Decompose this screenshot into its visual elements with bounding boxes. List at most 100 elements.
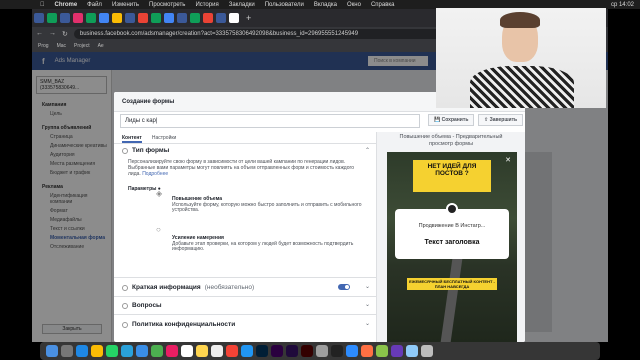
reload-icon[interactable]: ↻ bbox=[62, 30, 68, 38]
tab-favicon[interactable] bbox=[60, 13, 70, 23]
aftereffects-icon[interactable] bbox=[286, 345, 298, 357]
appstore-icon[interactable] bbox=[241, 345, 253, 357]
menu-item[interactable]: Изменить bbox=[112, 2, 139, 8]
photoshop-icon[interactable] bbox=[256, 345, 268, 357]
questions-title: Вопросы bbox=[132, 302, 162, 309]
chevron-down-icon[interactable]: ⌄ bbox=[365, 320, 370, 327]
zoom-icon[interactable] bbox=[346, 345, 358, 357]
questions-header[interactable]: Вопросы bbox=[122, 302, 162, 309]
tab-favicon[interactable] bbox=[229, 13, 239, 23]
photos-icon[interactable] bbox=[166, 345, 178, 357]
option-higher-intent[interactable]: Усиление намерения Добавьте этап проверк… bbox=[172, 235, 362, 253]
maps-icon[interactable] bbox=[151, 345, 163, 357]
bookmark[interactable]: Ae bbox=[98, 43, 104, 49]
clock: ср 14:02 bbox=[610, 1, 634, 8]
illustrator-icon[interactable] bbox=[301, 345, 313, 357]
preview-promoted-from: Продвижение В Инстагр... bbox=[418, 223, 486, 229]
tab-favicon[interactable] bbox=[203, 13, 213, 23]
params-label-text: Параметры bbox=[128, 186, 157, 192]
whatsapp-icon[interactable] bbox=[106, 345, 118, 357]
intro-header[interactable]: Краткая информация (необязательно) bbox=[122, 284, 254, 291]
chevron-down-icon[interactable]: ⌄ bbox=[365, 283, 370, 290]
app-icon[interactable] bbox=[361, 345, 373, 357]
form-type-header[interactable]: Тип формы bbox=[122, 147, 169, 154]
telegram-icon[interactable] bbox=[121, 345, 133, 357]
menu-item[interactable]: Справка bbox=[371, 2, 395, 8]
app-icon[interactable] bbox=[391, 345, 403, 357]
preview-close-icon[interactable]: ✕ bbox=[505, 156, 511, 164]
downloads-icon[interactable] bbox=[406, 345, 418, 357]
calendar-icon[interactable] bbox=[181, 345, 193, 357]
phone-preview: НЕТ ИДЕЙ ДЛЯ ПОСТОВ ? ✕ Продвижение В Ин… bbox=[387, 152, 517, 342]
tab-settings[interactable]: Настройки bbox=[152, 132, 177, 143]
tab-favicon[interactable] bbox=[177, 13, 187, 23]
tab-favicon[interactable] bbox=[34, 13, 44, 23]
chevron-up-icon[interactable]: ⌃ bbox=[365, 147, 370, 154]
webcam-overlay bbox=[436, 8, 606, 108]
menu-item[interactable]: Вкладка bbox=[314, 2, 337, 8]
launchpad-icon[interactable] bbox=[61, 345, 73, 357]
tab-favicon[interactable] bbox=[47, 13, 57, 23]
divider bbox=[114, 296, 376, 297]
safari-icon[interactable] bbox=[76, 345, 88, 357]
preview-promo-text: ЕЖЕМЕСЯЧНЫЙ БЕСПЛАТНЫЙ КОНТЕНТ - ПЛАН НА… bbox=[407, 278, 497, 290]
back-icon[interactable]: ← bbox=[36, 30, 43, 37]
url-field[interactable]: business.facebook.com/adsmanager/creatio… bbox=[73, 28, 494, 39]
tab-favicon[interactable] bbox=[99, 13, 109, 23]
bookmark[interactable]: Mac bbox=[57, 43, 66, 49]
chevron-down-icon[interactable]: ⌄ bbox=[365, 301, 370, 308]
radio-icon bbox=[122, 321, 128, 328]
mail-icon[interactable] bbox=[136, 345, 148, 357]
form-name-input[interactable]: Лиды с кар| bbox=[120, 114, 420, 128]
tab-favicon[interactable] bbox=[190, 13, 200, 23]
app-icon[interactable] bbox=[376, 345, 388, 357]
option-more-volume[interactable]: Повышение объема Используйте форму, кото… bbox=[172, 196, 362, 214]
more-volume-radio-icon[interactable]: ◈ bbox=[156, 189, 166, 199]
radio-icon bbox=[122, 302, 128, 309]
premiere-icon[interactable] bbox=[271, 345, 283, 357]
bookmark[interactable]: Project bbox=[74, 43, 90, 49]
radio-icon bbox=[122, 284, 128, 291]
higher-intent-radio-icon[interactable]: ○ bbox=[156, 225, 166, 235]
modal-tabs: Контент Настройки bbox=[114, 132, 376, 144]
menu-app[interactable]: Chrome bbox=[55, 2, 78, 8]
tab-favicon[interactable] bbox=[125, 13, 135, 23]
settings-icon[interactable] bbox=[316, 345, 328, 357]
person-hair bbox=[500, 12, 540, 28]
tab-favicon[interactable] bbox=[216, 13, 226, 23]
new-tab-icon[interactable]: + bbox=[246, 13, 251, 23]
finder-icon[interactable] bbox=[46, 345, 58, 357]
chrome-icon[interactable] bbox=[91, 345, 103, 357]
privacy-header[interactable]: Политика конфиденциальности bbox=[122, 321, 235, 328]
tab-favicon[interactable] bbox=[112, 13, 122, 23]
learn-more-link[interactable]: Подробнее bbox=[142, 171, 168, 177]
tab-favicon[interactable] bbox=[73, 13, 83, 23]
tab-favicon[interactable] bbox=[151, 13, 161, 23]
music-icon[interactable] bbox=[226, 345, 238, 357]
road-image bbox=[440, 252, 464, 342]
finish-button[interactable]: ⇧ Завершить bbox=[478, 114, 524, 126]
tab-favicon[interactable] bbox=[164, 13, 174, 23]
save-button[interactable]: 💾 Сохранить bbox=[428, 114, 475, 126]
notes-icon[interactable] bbox=[196, 345, 208, 357]
menu-item[interactable]: История bbox=[195, 2, 218, 8]
menu-item[interactable]: Файл bbox=[87, 2, 102, 8]
trash-icon[interactable] bbox=[421, 345, 433, 357]
menu-item[interactable]: Просмотреть bbox=[149, 2, 185, 8]
tab-favicon[interactable] bbox=[138, 13, 148, 23]
apple-icon[interactable]:  bbox=[40, 2, 45, 8]
save-icon: 💾 bbox=[434, 117, 441, 123]
bookmark[interactable]: Prog bbox=[38, 43, 49, 49]
forward-icon[interactable]: → bbox=[49, 30, 56, 37]
intro-toggle[interactable] bbox=[338, 284, 350, 290]
menu-item[interactable]: Окно bbox=[347, 2, 361, 8]
menu-item[interactable]: Пользователи bbox=[265, 2, 304, 8]
option-text: Добавьте этап проверки, на котором у люд… bbox=[172, 240, 354, 252]
tab-favicon[interactable] bbox=[86, 13, 96, 23]
menu-item[interactable]: Закладки bbox=[229, 2, 255, 8]
screen:  Chrome Файл Изменить Просмотреть Истор… bbox=[0, 0, 640, 360]
reminders-icon[interactable] bbox=[211, 345, 223, 357]
tab-content[interactable]: Контент bbox=[122, 132, 142, 143]
avatar bbox=[446, 203, 458, 215]
terminal-icon[interactable] bbox=[331, 345, 343, 357]
